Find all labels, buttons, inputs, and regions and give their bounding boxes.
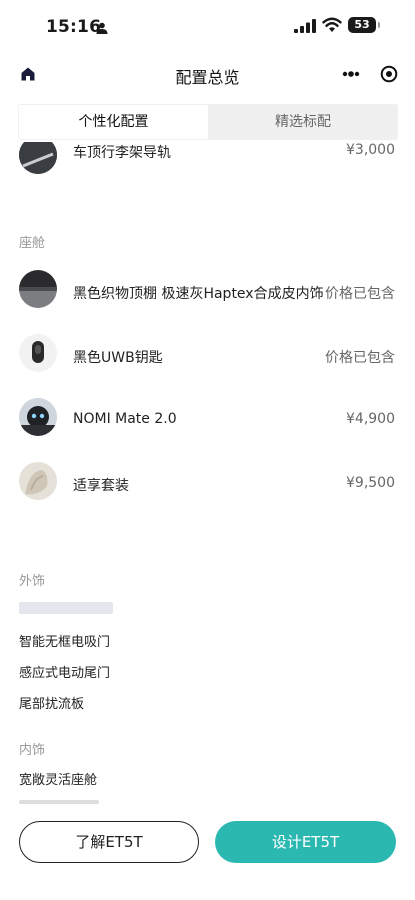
list-item: NOMI Mate 2.0 ¥4,900 [0,394,415,444]
tab-featured-standard-label[interactable]: 精选标配 [208,104,398,140]
status-time: 15:16 [46,17,102,37]
wifi-icon [322,17,342,32]
option-thumbnail [19,334,57,372]
feature-item: 尾部扰流板 [19,697,85,712]
option-name: 黑色织物顶棚 极速灰Haptex合成皮内饰 [73,286,324,302]
option-name: 适享套装 [73,478,129,494]
status-bar: 15:16 53 [0,0,415,56]
blurred-feature-placeholder [19,602,113,614]
mini-program-capsule [326,58,408,90]
section-label-exterior: 外饰 [19,574,46,589]
option-name: NOMI Mate 2.0 [73,411,177,427]
option-thumbnail [19,398,57,436]
option-name: 黑色UWB钥匙 [73,350,163,366]
learn-more-button[interactable]: 了解ET5T [19,821,199,863]
tab-personalized-config-label[interactable]: 个性化配置 [19,105,208,139]
option-thumbnail [19,270,57,308]
tab-bar-overlay: 个性化配置 精选标配 [18,104,398,140]
option-price: 价格已包含 [325,350,395,366]
list-item: 黑色织物顶棚 极速灰Haptex合成皮内饰 价格已包含 [0,266,415,316]
close-button[interactable] [376,58,406,90]
list-item: 黑色UWB钥匙 价格已包含 [0,330,415,380]
option-price: 价格已包含 [325,286,395,302]
signal-icon [294,19,316,33]
section-label-cabin: 座舱 [19,236,46,251]
battery-indicator: 53 [348,17,380,33]
target-icon [380,65,398,83]
nav-bar: 配置总览 [0,56,415,94]
option-thumbnail [19,462,57,500]
more-icon [342,71,360,77]
feature-item: 感应式电动尾门 [19,666,111,681]
design-car-button[interactable]: 设计ET5T [215,821,396,863]
option-price: ¥3,000 [346,142,395,158]
feature-item: 智能无框电吸门 [19,635,111,650]
option-name: 车顶行李架导轨 [73,145,171,161]
option-price: ¥4,900 [346,411,395,427]
option-price: ¥9,500 [346,475,395,491]
section-label-interior: 内饰 [19,743,46,758]
bottom-action-bar: 了解ET5T 设计ET5T [0,806,415,900]
person-icon [96,22,108,34]
feature-item: 宽敞灵活座舱 [19,773,98,788]
list-item: 适享套装 ¥9,500 [0,458,415,508]
more-button[interactable] [332,58,370,90]
blurred-feature-placeholder [19,800,99,804]
